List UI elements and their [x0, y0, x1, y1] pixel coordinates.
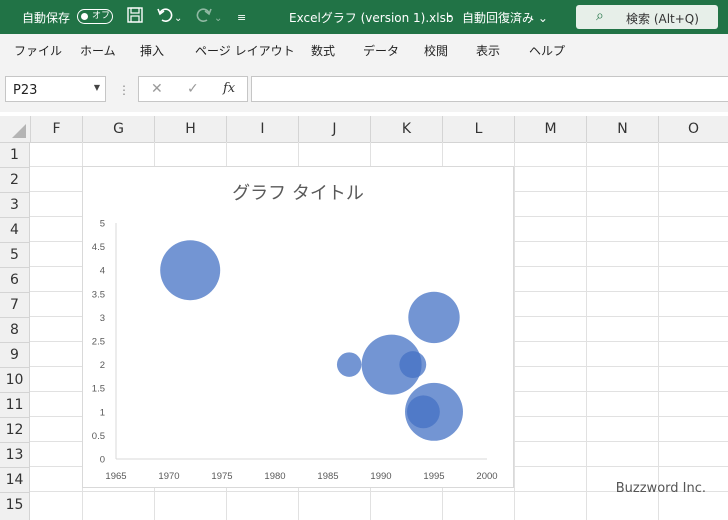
row-header[interactable]: 14 — [0, 467, 29, 492]
formula-buttons: ✕ ✓ fx — [138, 76, 248, 102]
ribbon-tabs: ファイル ホーム 挿入 ページ レイアウト 数式 データ 校閲 表示 ヘルプ — [0, 34, 728, 67]
row-header[interactable]: 2 — [0, 167, 29, 192]
insert-function-icon[interactable]: fx — [223, 81, 235, 96]
autosave-label: 自動保存 — [22, 11, 71, 25]
select-all-button[interactable] — [0, 116, 30, 142]
row-header[interactable]: 7 — [0, 292, 29, 317]
tab-help[interactable]: ヘルプ — [529, 42, 565, 59]
row-header[interactable]: 13 — [0, 442, 29, 467]
formula-input[interactable] — [251, 76, 728, 102]
column-header[interactable]: O — [658, 116, 728, 142]
name-box-value: P23 — [13, 83, 38, 98]
undo-dropdown-icon[interactable]: ⌄ — [174, 9, 182, 29]
x-tick-label: 1980 — [264, 471, 285, 482]
row-header[interactable]: 8 — [0, 317, 29, 342]
column-header[interactable]: M — [514, 116, 586, 142]
data-bubble[interactable] — [336, 352, 362, 377]
y-tick-label: 2.5 — [92, 337, 105, 348]
row-header[interactable]: 3 — [0, 192, 29, 217]
row-header[interactable]: 5 — [0, 242, 29, 267]
y-tick-label: 1 — [100, 407, 105, 418]
redo-icon[interactable] — [195, 6, 213, 29]
redo-dropdown-icon[interactable]: ⌄ — [214, 9, 222, 29]
row-header[interactable]: 1 — [0, 142, 29, 167]
row-header[interactable]: 12 — [0, 417, 29, 442]
tab-home[interactable]: ホーム — [80, 42, 116, 59]
title-bar: 自動保存 オフ ⌄ ⌄ ≡ Excelグラフ (version 1).xlsb … — [0, 0, 728, 34]
x-tick-label: 1990 — [370, 471, 391, 482]
row-header[interactable]: 9 — [0, 342, 29, 367]
plot-area[interactable]: 0 0.5 1 1.5 2 2.5 3 3.5 4 4.5 5 1965 1970 1975 1980 198… — [83, 167, 513, 487]
x-tick-label: 1965 — [105, 471, 126, 482]
cancel-icon[interactable]: ✕ — [151, 81, 163, 97]
y-tick-label: 4.5 — [92, 242, 105, 253]
search-box[interactable]: ⌕ 検索 (Alt+Q) — [576, 5, 718, 29]
autosave-state: オフ — [92, 11, 111, 21]
tab-formulas[interactable]: 数式 — [311, 42, 335, 59]
x-tick-label: 2000 — [476, 471, 497, 482]
y-tick-label: 3 — [100, 313, 105, 324]
data-bubble[interactable] — [408, 291, 460, 344]
y-tick-label: 2 — [100, 360, 105, 371]
title-separator: - — [448, 9, 453, 23]
y-tick-label: 0 — [100, 455, 105, 466]
row-headers: 1 2 3 4 5 6 7 8 9 10 11 12 13 14 15 — [0, 142, 30, 520]
tab-data[interactable]: データ — [363, 42, 399, 59]
column-header[interactable]: J — [298, 116, 370, 142]
data-bubble[interactable] — [160, 240, 221, 301]
save-icon[interactable] — [126, 6, 144, 29]
column-header[interactable]: N — [586, 116, 658, 142]
y-tick-label: 1.5 — [92, 384, 105, 395]
column-header[interactable]: H — [154, 116, 226, 142]
y-tick-label: 4 — [100, 266, 105, 277]
column-header[interactable]: L — [442, 116, 514, 142]
document-title: Excelグラフ (version 1).xlsb — [289, 11, 454, 25]
more-icon: ⋮ — [118, 83, 130, 97]
y-tick-label: 0.5 — [92, 431, 105, 442]
tab-file[interactable]: ファイル — [14, 42, 62, 59]
search-icon: ⌕ — [596, 8, 604, 24]
formula-bar: P23 ▼ ⋮ ✕ ✓ fx — [0, 66, 728, 112]
row-header[interactable]: 10 — [0, 367, 29, 392]
x-tick-label: 1970 — [158, 471, 179, 482]
column-header[interactable]: G — [82, 116, 154, 142]
search-label: 検索 (Alt+Q) — [626, 12, 699, 26]
column-headers: F G H I J K L M N O — [0, 116, 728, 143]
bubble-chart[interactable]: グラフ タイトル 0 0.5 1 1.5 2 2.5 3 3.5 4 4.5 5 1965 1970 19… — [82, 166, 514, 488]
tab-view[interactable]: 表示 — [476, 42, 500, 59]
undo-icon[interactable] — [156, 6, 174, 29]
data-bubble[interactable] — [406, 395, 440, 429]
x-tick-label: 1985 — [317, 471, 338, 482]
row-header[interactable]: 4 — [0, 217, 29, 242]
tab-insert[interactable]: 挿入 — [140, 42, 164, 59]
tab-page-layout[interactable]: ページ レイアウト — [195, 42, 295, 59]
column-header[interactable]: K — [370, 116, 442, 142]
save-status[interactable]: 自動回復済み ⌄ — [462, 9, 548, 26]
enter-icon[interactable]: ✓ — [187, 81, 199, 97]
row-header[interactable]: 11 — [0, 392, 29, 417]
data-bubble[interactable] — [399, 351, 427, 379]
x-tick-label: 1995 — [423, 471, 444, 482]
name-box[interactable]: P23 ▼ — [5, 76, 106, 102]
chevron-down-icon[interactable]: ▼ — [94, 83, 100, 92]
autosave-toggle[interactable]: オフ — [77, 9, 113, 24]
tab-review[interactable]: 校閲 — [424, 42, 448, 59]
x-tick-label: 1975 — [211, 471, 232, 482]
customize-icon[interactable]: ≡ — [237, 8, 246, 28]
y-tick-label: 3.5 — [92, 289, 105, 300]
row-header[interactable]: 15 — [0, 492, 29, 520]
y-tick-label: 5 — [100, 219, 105, 230]
column-header[interactable]: F — [30, 116, 82, 142]
toggle-knob — [81, 12, 88, 20]
row-header[interactable]: 6 — [0, 267, 29, 292]
column-header[interactable]: I — [226, 116, 298, 142]
watermark: Buzzword Inc. — [615, 481, 706, 496]
